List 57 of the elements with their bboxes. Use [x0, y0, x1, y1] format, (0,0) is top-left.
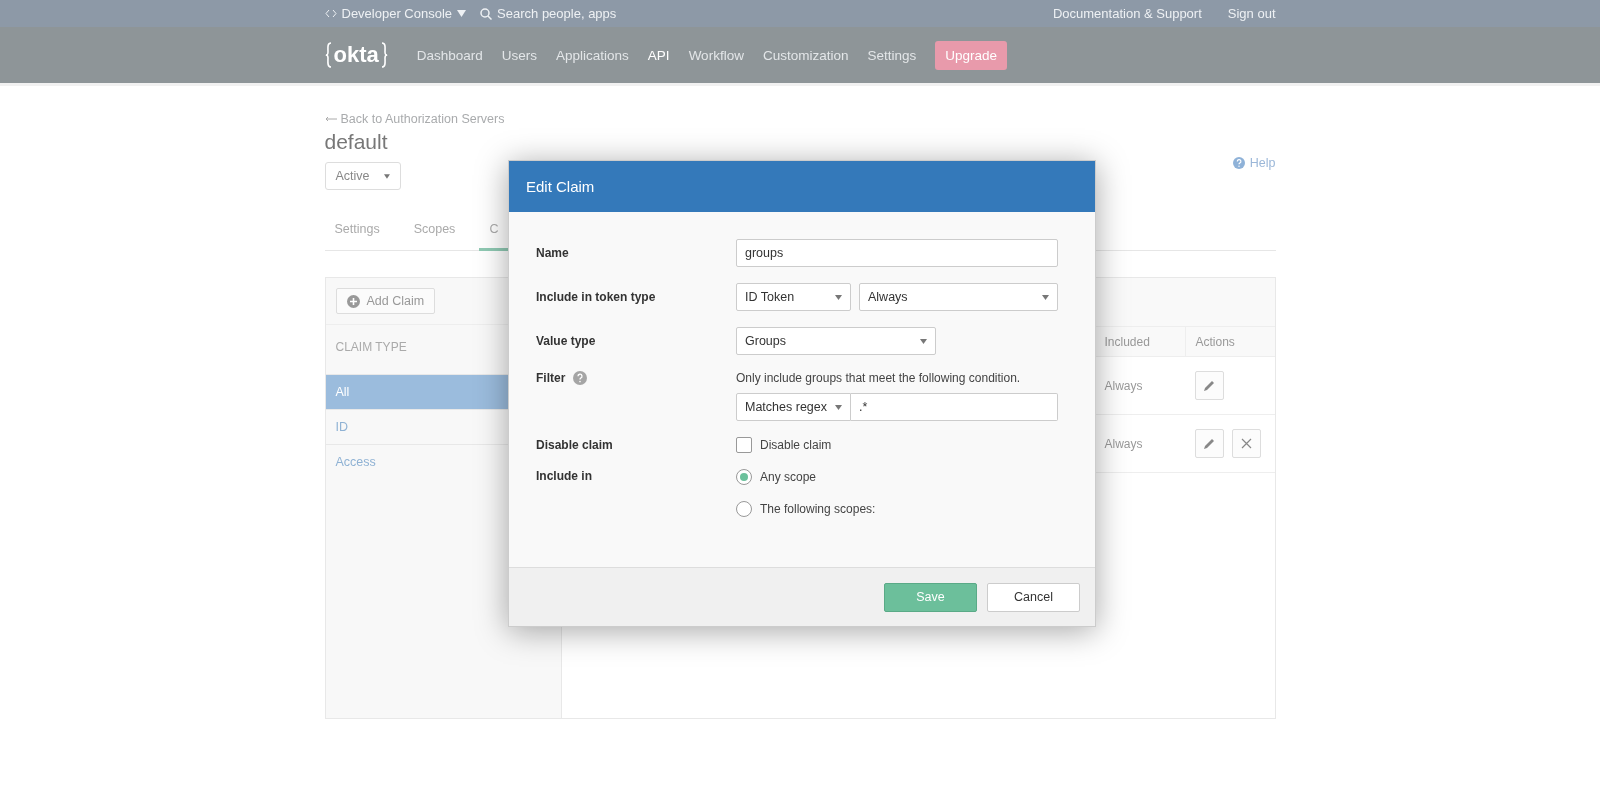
- value-type-select[interactable]: Groups: [736, 327, 936, 355]
- search-icon: [480, 7, 493, 20]
- question-icon: [1232, 157, 1245, 169]
- caret-icon: [920, 338, 927, 344]
- column-header: Included: [1094, 327, 1185, 356]
- disable-claim-checkbox[interactable]: Disable claim: [736, 437, 1058, 453]
- edit-button[interactable]: [1194, 371, 1224, 400]
- cancel-button[interactable]: Cancel: [987, 582, 1080, 612]
- name-field[interactable]: groups: [736, 239, 1058, 267]
- tab[interactable]: Scopes: [403, 214, 480, 251]
- nav-link[interactable]: Dashboard: [416, 47, 483, 63]
- code-icon: [324, 9, 337, 18]
- dialog-title: Edit Claim: [526, 178, 595, 195]
- column-header: Actions: [1184, 327, 1275, 356]
- close-icon: [1240, 438, 1252, 449]
- nav-link[interactable]: Settings: [867, 47, 917, 63]
- status-select[interactable]: Active: [324, 162, 401, 190]
- help-icon[interactable]: [573, 371, 588, 385]
- plus-circle-icon: [346, 294, 360, 308]
- upgrade-button[interactable]: Upgrade: [935, 40, 1007, 70]
- caret-icon: [835, 404, 842, 410]
- help-link[interactable]: Help: [1232, 156, 1276, 170]
- page-title: default: [324, 130, 389, 154]
- caret-icon: [835, 294, 842, 300]
- pencil-icon: [1203, 437, 1215, 450]
- table-cell: Always: [1104, 378, 1143, 393]
- nav-link[interactable]: Customization: [762, 47, 849, 63]
- logo[interactable]: okta: [324, 42, 388, 68]
- nav-link[interactable]: API: [647, 47, 670, 63]
- filter-operator-select[interactable]: Matches regex: [736, 393, 851, 421]
- include-when-select[interactable]: Always: [859, 283, 1058, 311]
- arrow-left-icon: [324, 116, 337, 122]
- save-button[interactable]: Save: [884, 582, 977, 612]
- caret-icon: [457, 10, 467, 17]
- delete-button[interactable]: [1231, 429, 1261, 458]
- tab[interactable]: Settings: [324, 214, 404, 251]
- token-type-select[interactable]: ID Token: [736, 283, 851, 311]
- back-link[interactable]: Back to Authorization Servers: [324, 112, 505, 126]
- nav-link[interactable]: Applications: [556, 47, 629, 63]
- field-label: Include in token type: [536, 290, 657, 304]
- top-link[interactable]: Sign out: [1227, 6, 1276, 21]
- add-claim-button[interactable]: Add Claim: [335, 288, 436, 314]
- table-cell: Always: [1104, 436, 1143, 451]
- console-menu[interactable]: Developer Console: [324, 6, 467, 21]
- search-field[interactable]: Search people, apps: [480, 6, 617, 21]
- caret-icon: [1042, 294, 1049, 300]
- pencil-icon: [1203, 379, 1215, 392]
- field-label: Name: [536, 246, 570, 260]
- scope-radio[interactable]: Any scope: [736, 469, 1058, 485]
- filter-hint: Only include groups that meet the following condition.: [736, 371, 1022, 385]
- nav-link[interactable]: Workflow: [688, 47, 744, 63]
- edit-button[interactable]: [1194, 429, 1224, 458]
- caret-icon: [383, 173, 390, 179]
- scope-radio[interactable]: The following scopes:: [736, 501, 1058, 517]
- top-link[interactable]: Documentation & Support: [1052, 6, 1202, 21]
- filter-value-field[interactable]: .*: [851, 393, 1058, 421]
- nav-link[interactable]: Users: [501, 47, 538, 63]
